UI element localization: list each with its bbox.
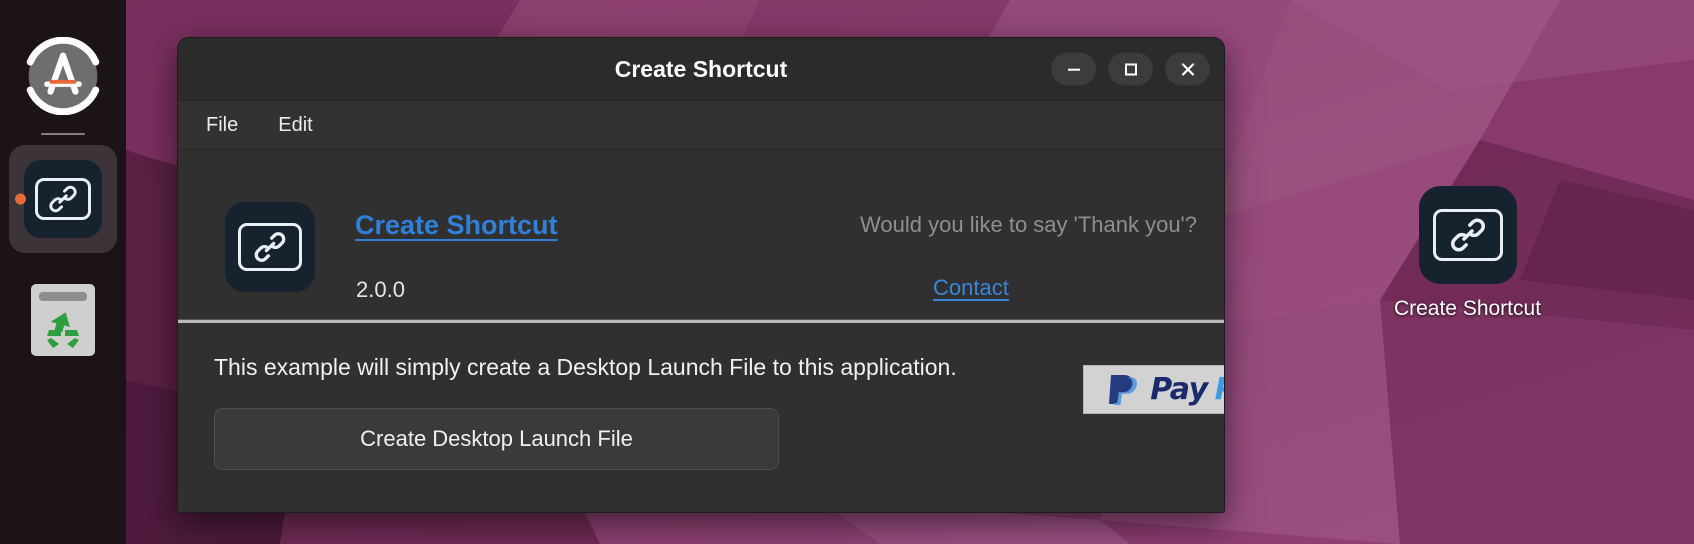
menubar: File Edit	[178, 101, 1224, 150]
about-section: Create Shortcut 2.0.0 Would you like to …	[178, 150, 1224, 414]
window-title: Create Shortcut	[614, 55, 788, 82]
desktop-shortcut-label: Create Shortcut	[1393, 297, 1542, 320]
link-chain-icon	[24, 160, 102, 238]
ubuntu-software-icon	[26, 37, 100, 115]
dock	[0, 0, 126, 544]
paypal-donate-button[interactable]: Pay Pal	[1083, 365, 1224, 414]
paypal-logo-icon	[1109, 374, 1138, 405]
minimize-icon	[1067, 68, 1080, 71]
desktop-shortcut-create-shortcut[interactable]: Create Shortcut	[1380, 186, 1555, 321]
dock-item-create-shortcut[interactable]	[9, 145, 117, 253]
dock-item-trash[interactable]	[9, 266, 117, 374]
trash-icon	[31, 284, 95, 356]
app-version-label: 2.0.0	[356, 277, 405, 302]
body-section: This example will simply create a Deskto…	[178, 323, 1224, 512]
maximize-icon	[1124, 63, 1137, 75]
minimize-button[interactable]	[1051, 52, 1096, 86]
window-controls	[1051, 52, 1210, 86]
create-shortcut-window: Create Shortcut File Edit Create Shortcu…	[177, 37, 1225, 513]
menu-item-file[interactable]: File	[200, 111, 244, 140]
running-indicator-dot	[15, 193, 26, 205]
thank-you-text: Would you like to say 'Thank you'?	[860, 212, 1197, 237]
app-icon-link-chain	[225, 202, 315, 292]
contact-link[interactable]: Contact	[933, 275, 1009, 301]
maximize-button[interactable]	[1108, 52, 1153, 86]
paypal-word-pal: Pal	[1215, 372, 1224, 407]
dock-separator	[41, 133, 85, 135]
description-text: This example will simply create a Deskto…	[214, 354, 957, 380]
app-name-link[interactable]: Create Shortcut	[355, 210, 558, 241]
dock-item-ubuntu-software[interactable]	[9, 22, 117, 130]
link-chain-icon	[1418, 186, 1517, 284]
window-titlebar[interactable]: Create Shortcut	[178, 38, 1224, 101]
chain-glyph	[254, 232, 286, 262]
menu-item-edit[interactable]: Edit	[272, 111, 318, 140]
chain-glyph	[49, 185, 77, 213]
paypal-word-pay: Pay	[1150, 372, 1208, 407]
desktop: Create Shortcut Create Shortcut File Edi…	[0, 0, 1694, 544]
chain-glyph	[1450, 218, 1485, 252]
create-desktop-launch-file-button[interactable]: Create Desktop Launch File	[214, 408, 779, 470]
close-icon	[1181, 62, 1194, 76]
close-button[interactable]	[1165, 52, 1210, 86]
